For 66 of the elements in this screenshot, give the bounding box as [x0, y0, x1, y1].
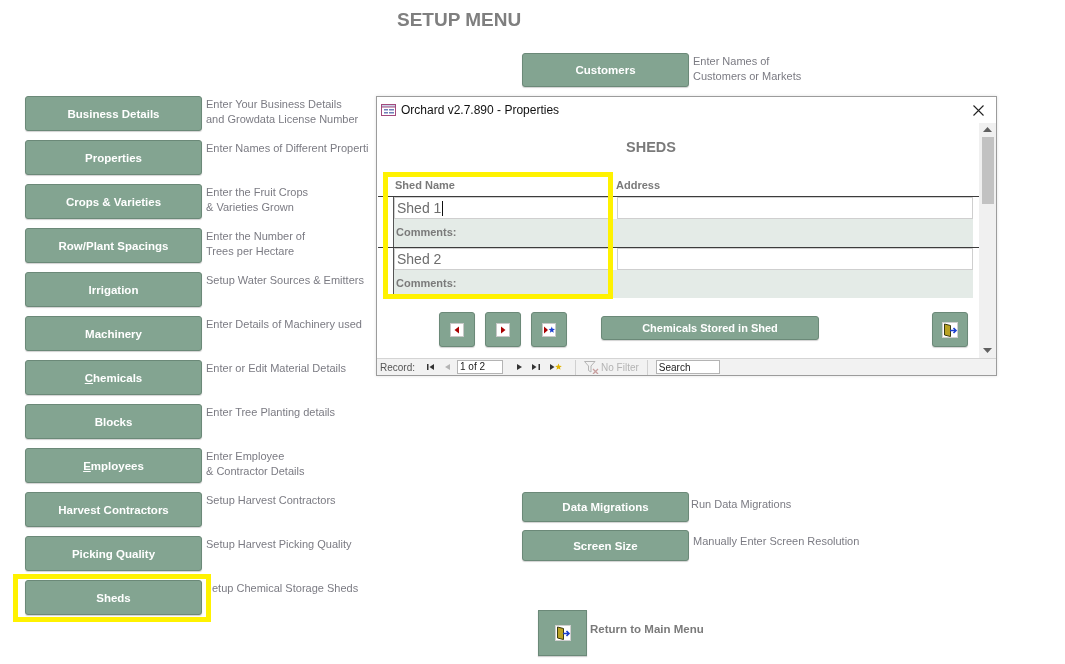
menu-description: Enter the Fruit Crops & Varieties Grown — [206, 185, 309, 215]
menu-button[interactable]: Business Details — [25, 96, 202, 131]
right-triangle-icon[interactable] — [517, 363, 522, 371]
door-icon — [554, 625, 571, 641]
comments-label: Comments: — [396, 226, 457, 238]
search-field[interactable]: Search — [655, 360, 720, 374]
menu-button[interactable]: Sheds — [25, 580, 202, 615]
menu-button[interactable]: Harvest Contractors — [25, 492, 202, 527]
menu-button[interactable]: Crops & Varieties — [25, 184, 202, 219]
menu-description: Run Data Migrations — [691, 497, 792, 512]
shed-name-field[interactable]: Shed 2 — [394, 248, 610, 270]
menu-button[interactable]: Row/Plant Spacings — [25, 228, 202, 263]
menu-button[interactable]: Machinery — [25, 316, 202, 351]
menu-description: Enter Employee & Contractor Details — [206, 449, 305, 479]
comments-field[interactable]: Comments: — [394, 219, 973, 247]
down-arrow-icon[interactable] — [983, 348, 992, 353]
menu-button[interactable]: Chemicals — [25, 360, 202, 395]
return-label: Return to Main Menu — [590, 622, 704, 636]
return-button[interactable] — [538, 610, 587, 656]
next-record-button[interactable] — [485, 312, 521, 347]
menu-description: Manually Enter Screen Resolution — [693, 534, 860, 549]
column-header: Address — [616, 178, 661, 192]
address-field[interactable] — [617, 248, 973, 270]
menu-description: Enter the Number of Trees per Hectare — [206, 229, 306, 259]
menu-button[interactable]: Customers — [522, 53, 689, 87]
address-field[interactable] — [617, 197, 973, 219]
up-arrow-icon[interactable] — [983, 127, 992, 132]
menu-description: Enter Names of Different Properti — [206, 141, 369, 156]
menu-description: Enter Your Business Details and Growdata License Number — [206, 97, 359, 127]
menu-description: Setup Harvest Contractors — [206, 493, 336, 508]
funnel-icon — [584, 360, 599, 374]
menu-button[interactable]: Blocks — [25, 404, 202, 439]
column-header: Shed Name — [395, 178, 456, 192]
menu-description: Setup Harvest Picking Quality — [206, 537, 352, 552]
comments-label: Comments: — [396, 277, 457, 289]
menu-description: Enter Names of Customers or Markets — [693, 54, 802, 84]
menu-button[interactable]: Screen Size — [522, 530, 689, 561]
form-heading: SHEDS — [626, 139, 676, 155]
page-title: SETUP MENU — [397, 9, 522, 30]
scrollbar[interactable] — [979, 123, 996, 358]
action-button[interactable]: Chemicals Stored in Shed — [601, 316, 819, 340]
menu-button[interactable]: Properties — [25, 140, 202, 175]
menu-description: etup Chemical Storage Sheds — [212, 581, 359, 596]
menu-description: Enter or Edit Material Details — [206, 361, 346, 376]
close-icon — [972, 104, 984, 116]
scroll-thumb[interactable] — [981, 137, 994, 204]
menu-button[interactable]: Employees — [25, 448, 202, 483]
door-icon — [942, 321, 958, 338]
first-record-icon[interactable] — [427, 363, 435, 371]
menu-button[interactable]: Data Migrations — [522, 492, 689, 522]
new-record-button[interactable] — [531, 312, 567, 347]
menu-description: Enter Details of Machinery used — [206, 317, 362, 332]
record-position-field[interactable]: 1 of 2 — [457, 360, 503, 374]
menu-description: Enter Tree Planting details — [206, 405, 336, 420]
menu-description: Setup Water Sources & Emitters — [206, 273, 364, 288]
comments-field[interactable]: Comments: — [394, 270, 973, 298]
shed-name-field[interactable]: Shed 1 — [394, 197, 610, 219]
record-label: Record: — [380, 361, 415, 373]
dialog-title: Orchard v2.7.890 - Properties — [401, 103, 560, 117]
menu-button[interactable]: Picking Quality — [25, 536, 202, 571]
exit-button[interactable] — [932, 312, 968, 347]
last-record-icon[interactable] — [532, 363, 540, 371]
previous-record-button[interactable] — [439, 312, 475, 347]
form-icon — [381, 104, 396, 116]
triangle-star-icon[interactable] — [550, 363, 562, 371]
menu-button[interactable]: Irrigation — [25, 272, 202, 307]
